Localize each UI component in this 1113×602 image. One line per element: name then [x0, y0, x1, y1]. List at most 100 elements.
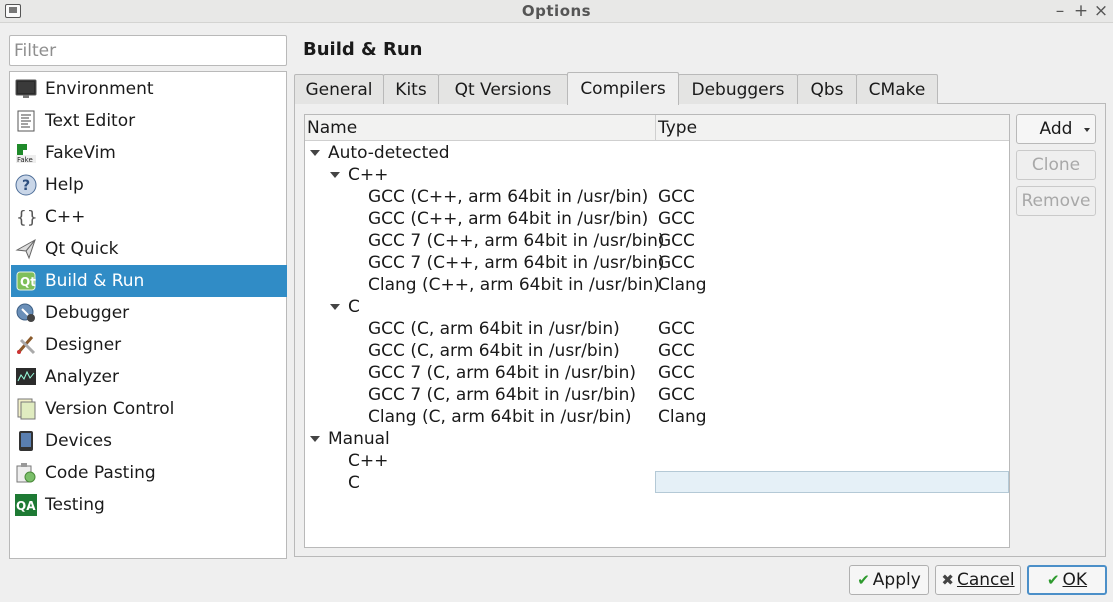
- category-item-testing[interactable]: QA Testing: [11, 489, 287, 521]
- tab-debuggers[interactable]: Debuggers: [678, 74, 798, 104]
- compiler-name: GCC 7 (C++, arm 64bit in /usr/bin): [368, 253, 665, 273]
- add-button[interactable]: Add: [1016, 114, 1096, 144]
- filter-input[interactable]: [9, 35, 287, 66]
- compiler-row[interactable]: GCC 7 (C++, arm 64bit in /usr/bin) GCC: [305, 230, 1009, 252]
- tree-group-row[interactable]: Auto-detected: [305, 142, 1009, 164]
- tree-language-row[interactable]: C: [305, 296, 1009, 318]
- category-item-code-pasting[interactable]: Code Pasting: [11, 457, 287, 489]
- svg-text:Qt: Qt: [20, 275, 36, 289]
- cancel-button[interactable]: ✖ Cancel: [935, 565, 1021, 595]
- compiler-name: Clang (C++, arm 64bit in /usr/bin): [368, 275, 660, 295]
- help-icon: ?: [14, 173, 38, 197]
- designer-icon: [14, 333, 38, 357]
- tree-group-label: Auto-detected: [328, 143, 450, 163]
- category-label: Text Editor: [45, 111, 136, 131]
- category-list: Environment Text Editor Fake FakeVim ? H…: [9, 71, 287, 559]
- text-document-icon: [14, 109, 38, 133]
- compiler-type: Clang: [658, 275, 707, 295]
- category-item-fakevim[interactable]: Fake FakeVim: [11, 137, 287, 169]
- category-item-devices[interactable]: Devices: [11, 425, 287, 457]
- category-label: Designer: [45, 335, 122, 355]
- category-item-text-editor[interactable]: Text Editor: [11, 105, 287, 137]
- tree-group-row[interactable]: Manual: [305, 428, 1009, 450]
- tree-language-row[interactable]: C++: [305, 450, 1009, 472]
- tree-language-label: C: [348, 473, 360, 493]
- remove-button-label: Remove: [1021, 191, 1091, 211]
- compiler-type: GCC: [658, 341, 695, 361]
- clone-button[interactable]: Clone: [1016, 150, 1096, 180]
- compiler-type: GCC: [658, 363, 695, 383]
- category-item-debugger[interactable]: Debugger: [11, 297, 287, 329]
- compiler-row[interactable]: Clang (C, arm 64bit in /usr/bin) Clang: [305, 406, 1009, 428]
- remove-button[interactable]: Remove: [1016, 186, 1096, 216]
- tab-label: Qbs: [810, 79, 844, 100]
- minimize-icon[interactable]: –: [1051, 0, 1069, 22]
- maximize-icon[interactable]: +: [1072, 0, 1090, 22]
- compiler-row[interactable]: GCC 7 (C, arm 64bit in /usr/bin) GCC: [305, 362, 1009, 384]
- checkmark-icon: ✔: [857, 571, 870, 589]
- compiler-name: GCC (C++, arm 64bit in /usr/bin): [368, 187, 649, 207]
- ok-button[interactable]: ✔ OK: [1027, 565, 1107, 595]
- window-titlebar: Options – + ×: [0, 0, 1113, 23]
- expand-arrow-icon[interactable]: [330, 172, 340, 178]
- tab-general[interactable]: General: [294, 74, 384, 104]
- compiler-row[interactable]: GCC (C++, arm 64bit in /usr/bin) GCC: [305, 208, 1009, 230]
- cpp-braces-icon: {}: [14, 205, 38, 229]
- tab-kits[interactable]: Kits: [383, 74, 439, 104]
- compiler-row[interactable]: GCC 7 (C++, arm 64bit in /usr/bin) GCC: [305, 252, 1009, 274]
- version-control-icon: [14, 397, 38, 421]
- code-pasting-icon: [14, 461, 38, 485]
- fakevim-icon: Fake: [14, 141, 38, 165]
- category-label: Qt Quick: [45, 239, 119, 259]
- tab-qbs[interactable]: Qbs: [797, 74, 857, 104]
- tab-cmake[interactable]: CMake: [856, 74, 938, 104]
- category-label: Code Pasting: [45, 463, 156, 483]
- debugger-icon: [14, 301, 38, 325]
- monitor-icon: [14, 77, 38, 101]
- compiler-type: GCC: [658, 231, 695, 251]
- category-item-help[interactable]: ? Help: [11, 169, 287, 201]
- testing-qa-icon: QA: [14, 493, 38, 517]
- type-edit-cell[interactable]: [655, 471, 1009, 493]
- tree-language-row[interactable]: C: [305, 472, 655, 494]
- checkmark-icon: ✔: [1046, 571, 1060, 589]
- svg-text:{}: {}: [16, 208, 37, 228]
- tree-language-label: C: [348, 297, 360, 317]
- compiler-name: GCC 7 (C, arm 64bit in /usr/bin): [368, 385, 637, 405]
- tree-language-label: C++: [348, 451, 389, 471]
- expand-arrow-icon[interactable]: [310, 436, 320, 442]
- compiler-row[interactable]: GCC (C, arm 64bit in /usr/bin) GCC: [305, 340, 1009, 362]
- compilers-tree[interactable]: Name Type Auto-detected C++ GCC (C++, ar…: [304, 114, 1010, 548]
- category-item-environment[interactable]: Environment: [11, 73, 287, 105]
- expand-arrow-icon[interactable]: [330, 304, 340, 310]
- category-label: Help: [45, 175, 84, 195]
- compiler-name: GCC (C++, arm 64bit in /usr/bin): [368, 209, 649, 229]
- apply-button[interactable]: ✔ Apply: [849, 565, 929, 595]
- column-header-type[interactable]: Type: [655, 115, 1009, 141]
- tab-label: Qt Versions: [454, 79, 552, 100]
- category-item-cpp[interactable]: {} C++: [11, 201, 287, 233]
- category-item-analyzer[interactable]: Analyzer: [11, 361, 287, 393]
- category-label: Environment: [45, 79, 154, 99]
- category-item-version-control[interactable]: Version Control: [11, 393, 287, 425]
- tab-qt-versions[interactable]: Qt Versions: [438, 74, 568, 104]
- category-item-qt-quick[interactable]: Qt Quick: [11, 233, 287, 265]
- tree-language-label: C++: [348, 165, 389, 185]
- column-header-name[interactable]: Name: [305, 115, 655, 141]
- compiler-row[interactable]: GCC (C, arm 64bit in /usr/bin) GCC: [305, 318, 1009, 340]
- compiler-name: GCC (C, arm 64bit in /usr/bin): [368, 341, 620, 361]
- tab-compilers[interactable]: Compilers: [567, 72, 679, 105]
- compiler-row[interactable]: GCC 7 (C, arm 64bit in /usr/bin) GCC: [305, 384, 1009, 406]
- category-label: Devices: [45, 431, 112, 451]
- category-item-build-run[interactable]: Qt Build & Run: [11, 265, 287, 297]
- close-icon[interactable]: ×: [1092, 0, 1110, 22]
- tree-language-row[interactable]: C++: [305, 164, 1009, 186]
- compiler-row[interactable]: GCC (C++, arm 64bit in /usr/bin) GCC: [305, 186, 1009, 208]
- tab-label: General: [305, 79, 373, 100]
- svg-text:QA: QA: [16, 499, 36, 513]
- compiler-row[interactable]: Clang (C++, arm 64bit in /usr/bin) Clang: [305, 274, 1009, 296]
- expand-arrow-icon[interactable]: [310, 150, 320, 156]
- dropdown-arrow-icon[interactable]: [1084, 128, 1090, 132]
- cancel-button-label: Cancel: [956, 570, 1015, 590]
- category-item-designer[interactable]: Designer: [11, 329, 287, 361]
